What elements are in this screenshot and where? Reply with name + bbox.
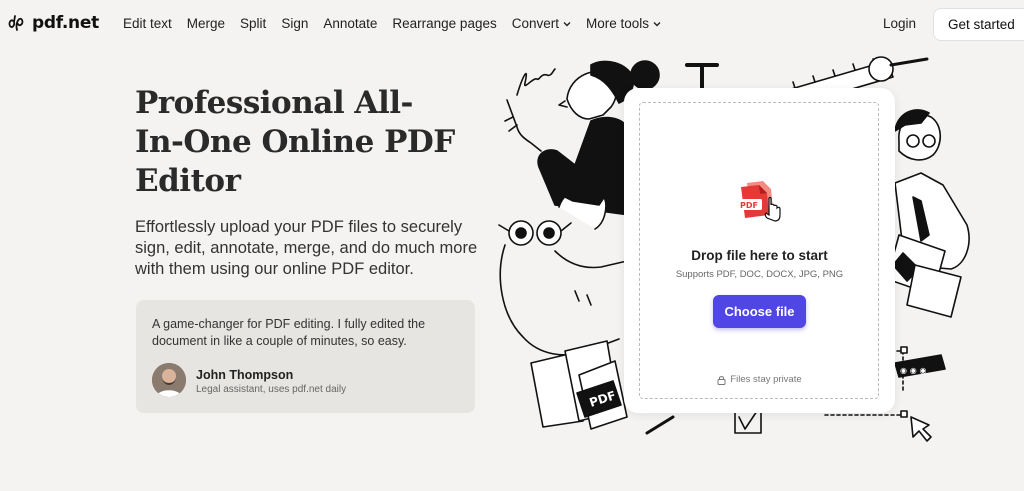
logo[interactable]: pdf.net [6, 12, 99, 34]
nav-merge-label: Merge [186, 16, 226, 31]
chevron-down-icon [653, 21, 661, 26]
nav-sign[interactable]: Sign [281, 16, 308, 31]
nav-edit-text-label: Edit text [123, 16, 172, 31]
nav-sign-label: Sign [281, 16, 309, 31]
testimonial-quote: A game-changer for PDF editing. I fully … [152, 317, 426, 348]
chevron-down-icon [563, 21, 571, 26]
pdf-file-icon: PDF [736, 181, 781, 222]
get-started-button[interactable]: Get started [933, 8, 1024, 41]
nav-split[interactable]: Split [240, 16, 266, 31]
privacy-note: Files stay private [624, 374, 895, 385]
hero-title: Professional All-In-One Online PDF Edito… [135, 85, 455, 199]
testimonial-card: A game-changer for PDF editing. I fully … [136, 300, 475, 413]
login-link[interactable]: Login [883, 16, 916, 31]
nav-rearrange-label: Rearrange pages [392, 16, 497, 31]
drop-title: Drop file here to start [691, 248, 828, 263]
avatar-icon [152, 363, 186, 397]
nav-annotate-label: Annotate [323, 16, 378, 31]
logo-icon [8, 15, 24, 31]
nav-more-tools-label: More tools [586, 16, 650, 31]
nav-edit-text[interactable]: Edit text [123, 16, 172, 31]
choose-file-button[interactable]: Choose file [713, 295, 806, 328]
pdf-icon-label: PDF [740, 201, 758, 210]
upload-card: PDF Drop file here to start Supports PDF… [624, 88, 895, 413]
nav-split-label: Split [240, 16, 267, 31]
hero-subtitle: Effortlessly upload your PDF files to se… [135, 218, 478, 278]
top-nav: pdf.net Edit text Merge Split Sign Annot… [0, 0, 1024, 48]
nav-more-tools[interactable]: More tools [586, 16, 661, 31]
nav-convert-label: Convert [511, 16, 559, 31]
nav-annotate[interactable]: Annotate [323, 16, 377, 31]
testimonial-role: Legal assistant, uses pdf.net daily [196, 384, 347, 395]
avatar [152, 363, 186, 397]
testimonial-author: John Thompson [196, 368, 294, 382]
main-menu: Edit text Merge Split Sign Annotate Rear… [123, 16, 676, 31]
nav-convert[interactable]: Convert [512, 16, 571, 31]
logo-text: pdf.net [32, 13, 99, 33]
nav-rearrange-pages[interactable]: Rearrange pages [392, 16, 496, 31]
nav-merge[interactable]: Merge [187, 16, 225, 31]
supported-formats: Supports PDF, DOC, DOCX, JPG, PNG [675, 269, 844, 280]
illustration-eyes-strip: ◉ ◉ ◉ [900, 366, 927, 375]
lock-icon [717, 375, 726, 385]
privacy-text: Files stay private [730, 374, 802, 385]
